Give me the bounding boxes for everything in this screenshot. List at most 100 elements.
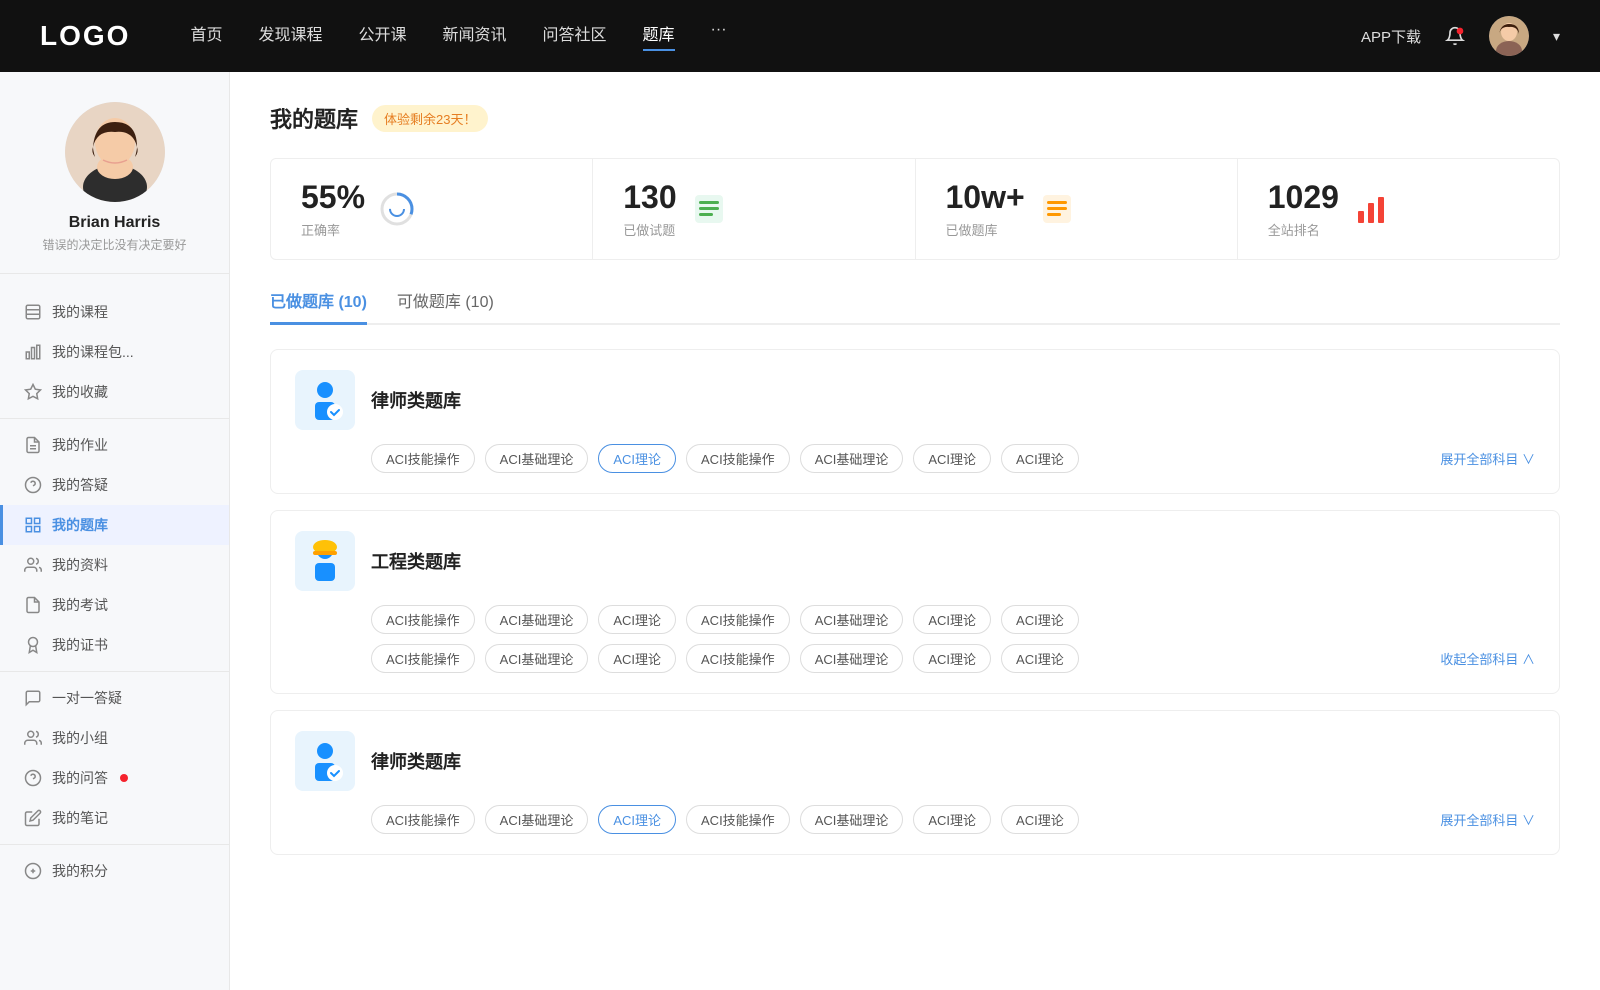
stats-row: 55% 正确率 130 已做试题 — [270, 158, 1560, 260]
chart-icon — [24, 343, 42, 361]
tag-1-3[interactable]: ACI理论 — [598, 444, 676, 473]
bank-card-3-icon — [295, 731, 355, 791]
bank-card-2-header: 工程类题库 — [295, 531, 1535, 591]
expand-btn-1[interactable]: 展开全部科目 ∨ — [1440, 449, 1535, 468]
tag-2-12[interactable]: ACI基础理论 — [800, 644, 904, 673]
stat-done-questions: 130 已做试题 — [593, 159, 915, 259]
divider-2 — [0, 671, 229, 672]
sidebar-label-homework: 我的作业 — [52, 435, 108, 455]
bank-card-3: 律师类题库 ACI技能操作 ACI基础理论 ACI理论 ACI技能操作 ACI基… — [270, 710, 1560, 855]
notification-bell[interactable] — [1441, 22, 1469, 50]
nav-link-news[interactable]: 新闻资讯 — [443, 21, 507, 51]
tag-1-4[interactable]: ACI技能操作 — [686, 444, 790, 473]
bar-red-icon — [1353, 191, 1389, 227]
nav-link-quiz[interactable]: 题库 — [643, 21, 675, 51]
tab-available-banks[interactable]: 可做题库 (10) — [397, 288, 494, 323]
tag-1-6[interactable]: ACI理论 — [913, 444, 991, 473]
stat-done-banks-label: 已做题库 — [946, 220, 1025, 239]
tag-2-10[interactable]: ACI理论 — [598, 644, 676, 673]
stat-done-banks: 10w+ 已做题库 — [916, 159, 1238, 259]
stat-done-banks-values: 10w+ 已做题库 — [946, 179, 1025, 239]
tag-1-7[interactable]: ACI理论 — [1001, 444, 1079, 473]
qa-dot-badge — [120, 774, 128, 782]
trial-badge[interactable]: 体验剩余23天！ — [372, 105, 488, 132]
sidebar-label-materials: 我的资料 — [52, 555, 108, 575]
tag-2-8[interactable]: ACI技能操作 — [371, 644, 475, 673]
sidebar-item-quiz-bank[interactable]: 我的题库 — [0, 505, 229, 545]
group-icon — [24, 729, 42, 747]
bank-card-1-title: 律师类题库 — [371, 387, 461, 413]
navbar: LOGO 首页 发现课程 公开课 新闻资讯 问答社区 题库 ··· APP下载 … — [0, 0, 1600, 72]
tag-2-7[interactable]: ACI理论 — [1001, 605, 1079, 634]
tag-2-1[interactable]: ACI技能操作 — [371, 605, 475, 634]
nav-right: APP下载 ▾ — [1361, 16, 1560, 56]
expand-btn-3[interactable]: 展开全部科目 ∨ — [1440, 810, 1535, 829]
tag-2-4[interactable]: ACI技能操作 — [686, 605, 790, 634]
sidebar-item-my-qa[interactable]: 我的问答 — [0, 758, 229, 798]
doc-icon — [24, 436, 42, 454]
nav-link-discover[interactable]: 发现课程 — [258, 21, 322, 51]
tag-2-6[interactable]: ACI理论 — [913, 605, 991, 634]
user-avatar[interactable] — [1489, 16, 1529, 56]
tag-2-11[interactable]: ACI技能操作 — [686, 644, 790, 673]
user-dropdown-arrow[interactable]: ▾ — [1553, 28, 1560, 45]
tag-1-5[interactable]: ACI基础理论 — [800, 444, 904, 473]
bank-card-3-header: 律师类题库 — [295, 731, 1535, 791]
tabs-row: 已做题库 (10) 可做题库 (10) — [270, 288, 1560, 325]
nav-link-qa[interactable]: 问答社区 — [543, 21, 607, 51]
app-download-button[interactable]: APP下载 — [1361, 26, 1421, 47]
tag-3-2[interactable]: ACI基础理论 — [485, 805, 589, 834]
tag-2-2[interactable]: ACI基础理论 — [485, 605, 589, 634]
tag-3-7[interactable]: ACI理论 — [1001, 805, 1079, 834]
sidebar-item-homework[interactable]: 我的作业 — [0, 425, 229, 465]
qmark-icon — [24, 769, 42, 787]
page-header: 我的题库 体验剩余23天！ — [270, 102, 1560, 134]
tag-3-3[interactable]: ACI理论 — [598, 805, 676, 834]
nav-link-home[interactable]: 首页 — [190, 21, 222, 51]
tag-1-2[interactable]: ACI基础理论 — [485, 444, 589, 473]
profile-section: Brian Harris 错误的决定比没有决定要好 — [0, 102, 229, 274]
tab-done-banks[interactable]: 已做题库 (10) — [270, 288, 367, 325]
sidebar-item-group[interactable]: 我的小组 — [0, 718, 229, 758]
profile-avatar — [65, 102, 165, 202]
sidebar-label-1on1: 一对一答疑 — [52, 688, 122, 708]
divider-3 — [0, 844, 229, 845]
nav-link-more[interactable]: ··· — [711, 21, 727, 51]
pie-chart-icon — [379, 191, 415, 227]
tag-2-3[interactable]: ACI理论 — [598, 605, 676, 634]
file-icon — [24, 303, 42, 321]
sidebar-item-favorites[interactable]: 我的收藏 — [0, 372, 229, 412]
sidebar-item-qa[interactable]: 我的答疑 — [0, 465, 229, 505]
stat-done-questions-values: 130 已做试题 — [623, 179, 676, 239]
tag-3-5[interactable]: ACI基础理论 — [800, 805, 904, 834]
tag-3-4[interactable]: ACI技能操作 — [686, 805, 790, 834]
tag-3-1[interactable]: ACI技能操作 — [371, 805, 475, 834]
sidebar-label-my-course: 我的课程 — [52, 302, 108, 322]
sidebar-label-notes: 我的笔记 — [52, 808, 108, 828]
sidebar-item-exam[interactable]: 我的考试 — [0, 585, 229, 625]
tag-2-13[interactable]: ACI理论 — [913, 644, 991, 673]
stat-done-questions-label: 已做试题 — [623, 220, 676, 239]
sidebar-item-notes[interactable]: 我的笔记 — [0, 798, 229, 838]
sidebar-item-my-course[interactable]: 我的课程 — [0, 292, 229, 332]
tag-2-9[interactable]: ACI基础理论 — [485, 644, 589, 673]
tag-3-6[interactable]: ACI理论 — [913, 805, 991, 834]
grid-icon — [24, 516, 42, 534]
sidebar-label-my-qa: 我的问答 — [52, 768, 108, 788]
sidebar-item-materials[interactable]: 我的资料 — [0, 545, 229, 585]
logo[interactable]: LOGO — [40, 20, 130, 52]
tag-2-5[interactable]: ACI基础理论 — [800, 605, 904, 634]
collapse-btn-2[interactable]: 收起全部科目 ∧ — [1440, 649, 1535, 668]
bank-card-2: 工程类题库 ACI技能操作 ACI基础理论 ACI理论 ACI技能操作 ACI基… — [270, 510, 1560, 694]
stat-rank-value: 1029 — [1268, 179, 1339, 216]
sidebar-item-1on1[interactable]: 一对一答疑 — [0, 678, 229, 718]
stat-rank-label: 全站排名 — [1268, 220, 1339, 239]
sidebar-item-course-package[interactable]: 我的课程包... — [0, 332, 229, 372]
sidebar-item-certificate[interactable]: 我的证书 — [0, 625, 229, 665]
tag-1-1[interactable]: ACI技能操作 — [371, 444, 475, 473]
sidebar: Brian Harris 错误的决定比没有决定要好 我的课程 我的课程包... — [0, 72, 230, 990]
sidebar-label-quiz-bank: 我的题库 — [52, 515, 108, 535]
tag-2-14[interactable]: ACI理论 — [1001, 644, 1079, 673]
nav-link-open[interactable]: 公开课 — [358, 21, 406, 51]
sidebar-item-points[interactable]: 我的积分 — [0, 851, 229, 891]
